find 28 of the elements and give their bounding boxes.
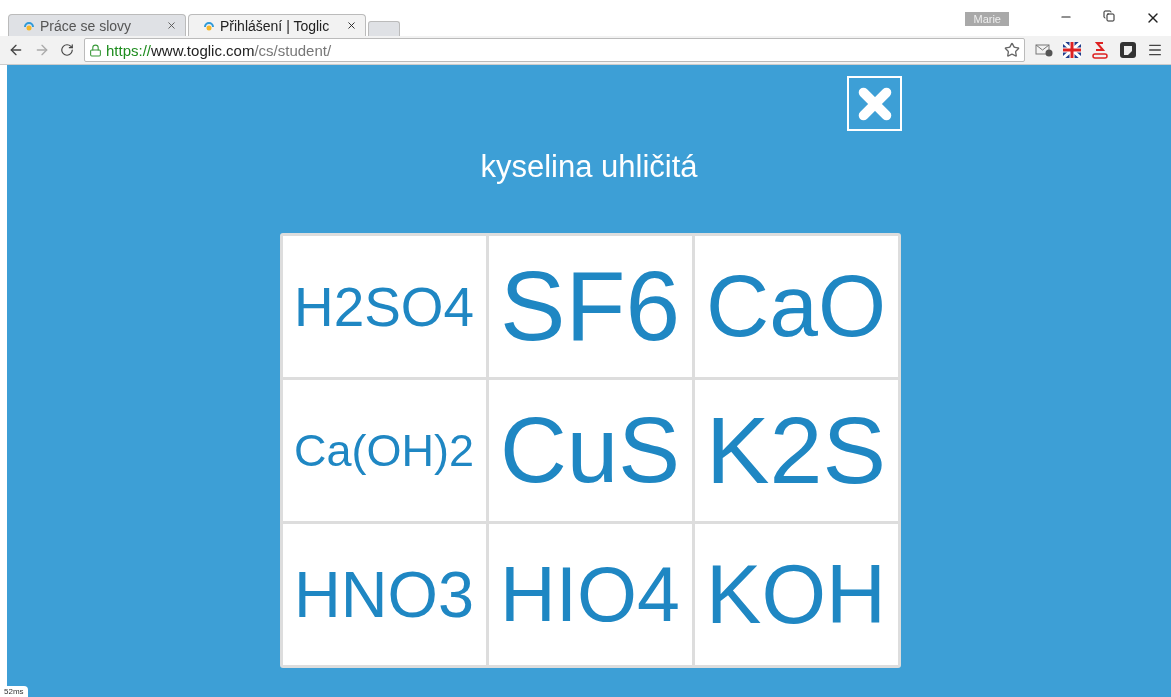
answer-option[interactable]: H2SO4 (282, 236, 486, 377)
envelope-icon[interactable] (1035, 43, 1053, 57)
browser-tab[interactable]: Přihlášení | Toglic (188, 14, 366, 36)
answer-option[interactable]: Ca(OH)2 (282, 380, 486, 521)
close-button[interactable] (847, 76, 902, 131)
profile-button[interactable]: Marie (965, 12, 1009, 26)
answer-option[interactable]: HIO4 (488, 524, 692, 665)
restore-icon[interactable] (1103, 10, 1115, 22)
answer-option[interactable]: KOH (694, 524, 898, 665)
answer-option[interactable]: HNO3 (282, 524, 486, 665)
menu-icon[interactable] (1147, 42, 1163, 58)
browser-tab[interactable]: Práce se slovy (8, 14, 186, 36)
answer-option[interactable]: CaO (694, 236, 898, 377)
favicon-icon (203, 19, 215, 32)
favicon-icon (23, 19, 35, 32)
answer-option[interactable]: CuS (488, 380, 692, 521)
answer-option[interactable]: K2S (694, 380, 898, 521)
bookmark-star-icon[interactable] (1004, 42, 1020, 58)
url-text: https://www.toglic.com/cs/student/ (106, 41, 333, 59)
back-icon[interactable] (8, 42, 24, 58)
reload-icon[interactable] (60, 43, 74, 57)
answer-option[interactable]: SF6 (488, 236, 692, 377)
extension-icon[interactable] (1119, 41, 1137, 59)
lock-icon (89, 43, 102, 57)
close-icon[interactable] (346, 20, 357, 31)
flag-icon[interactable] (1063, 42, 1081, 58)
question-text: kyselina uhličitá (480, 149, 698, 185)
address-field[interactable]: https://www.toglic.com/cs/student/ (84, 38, 1025, 62)
